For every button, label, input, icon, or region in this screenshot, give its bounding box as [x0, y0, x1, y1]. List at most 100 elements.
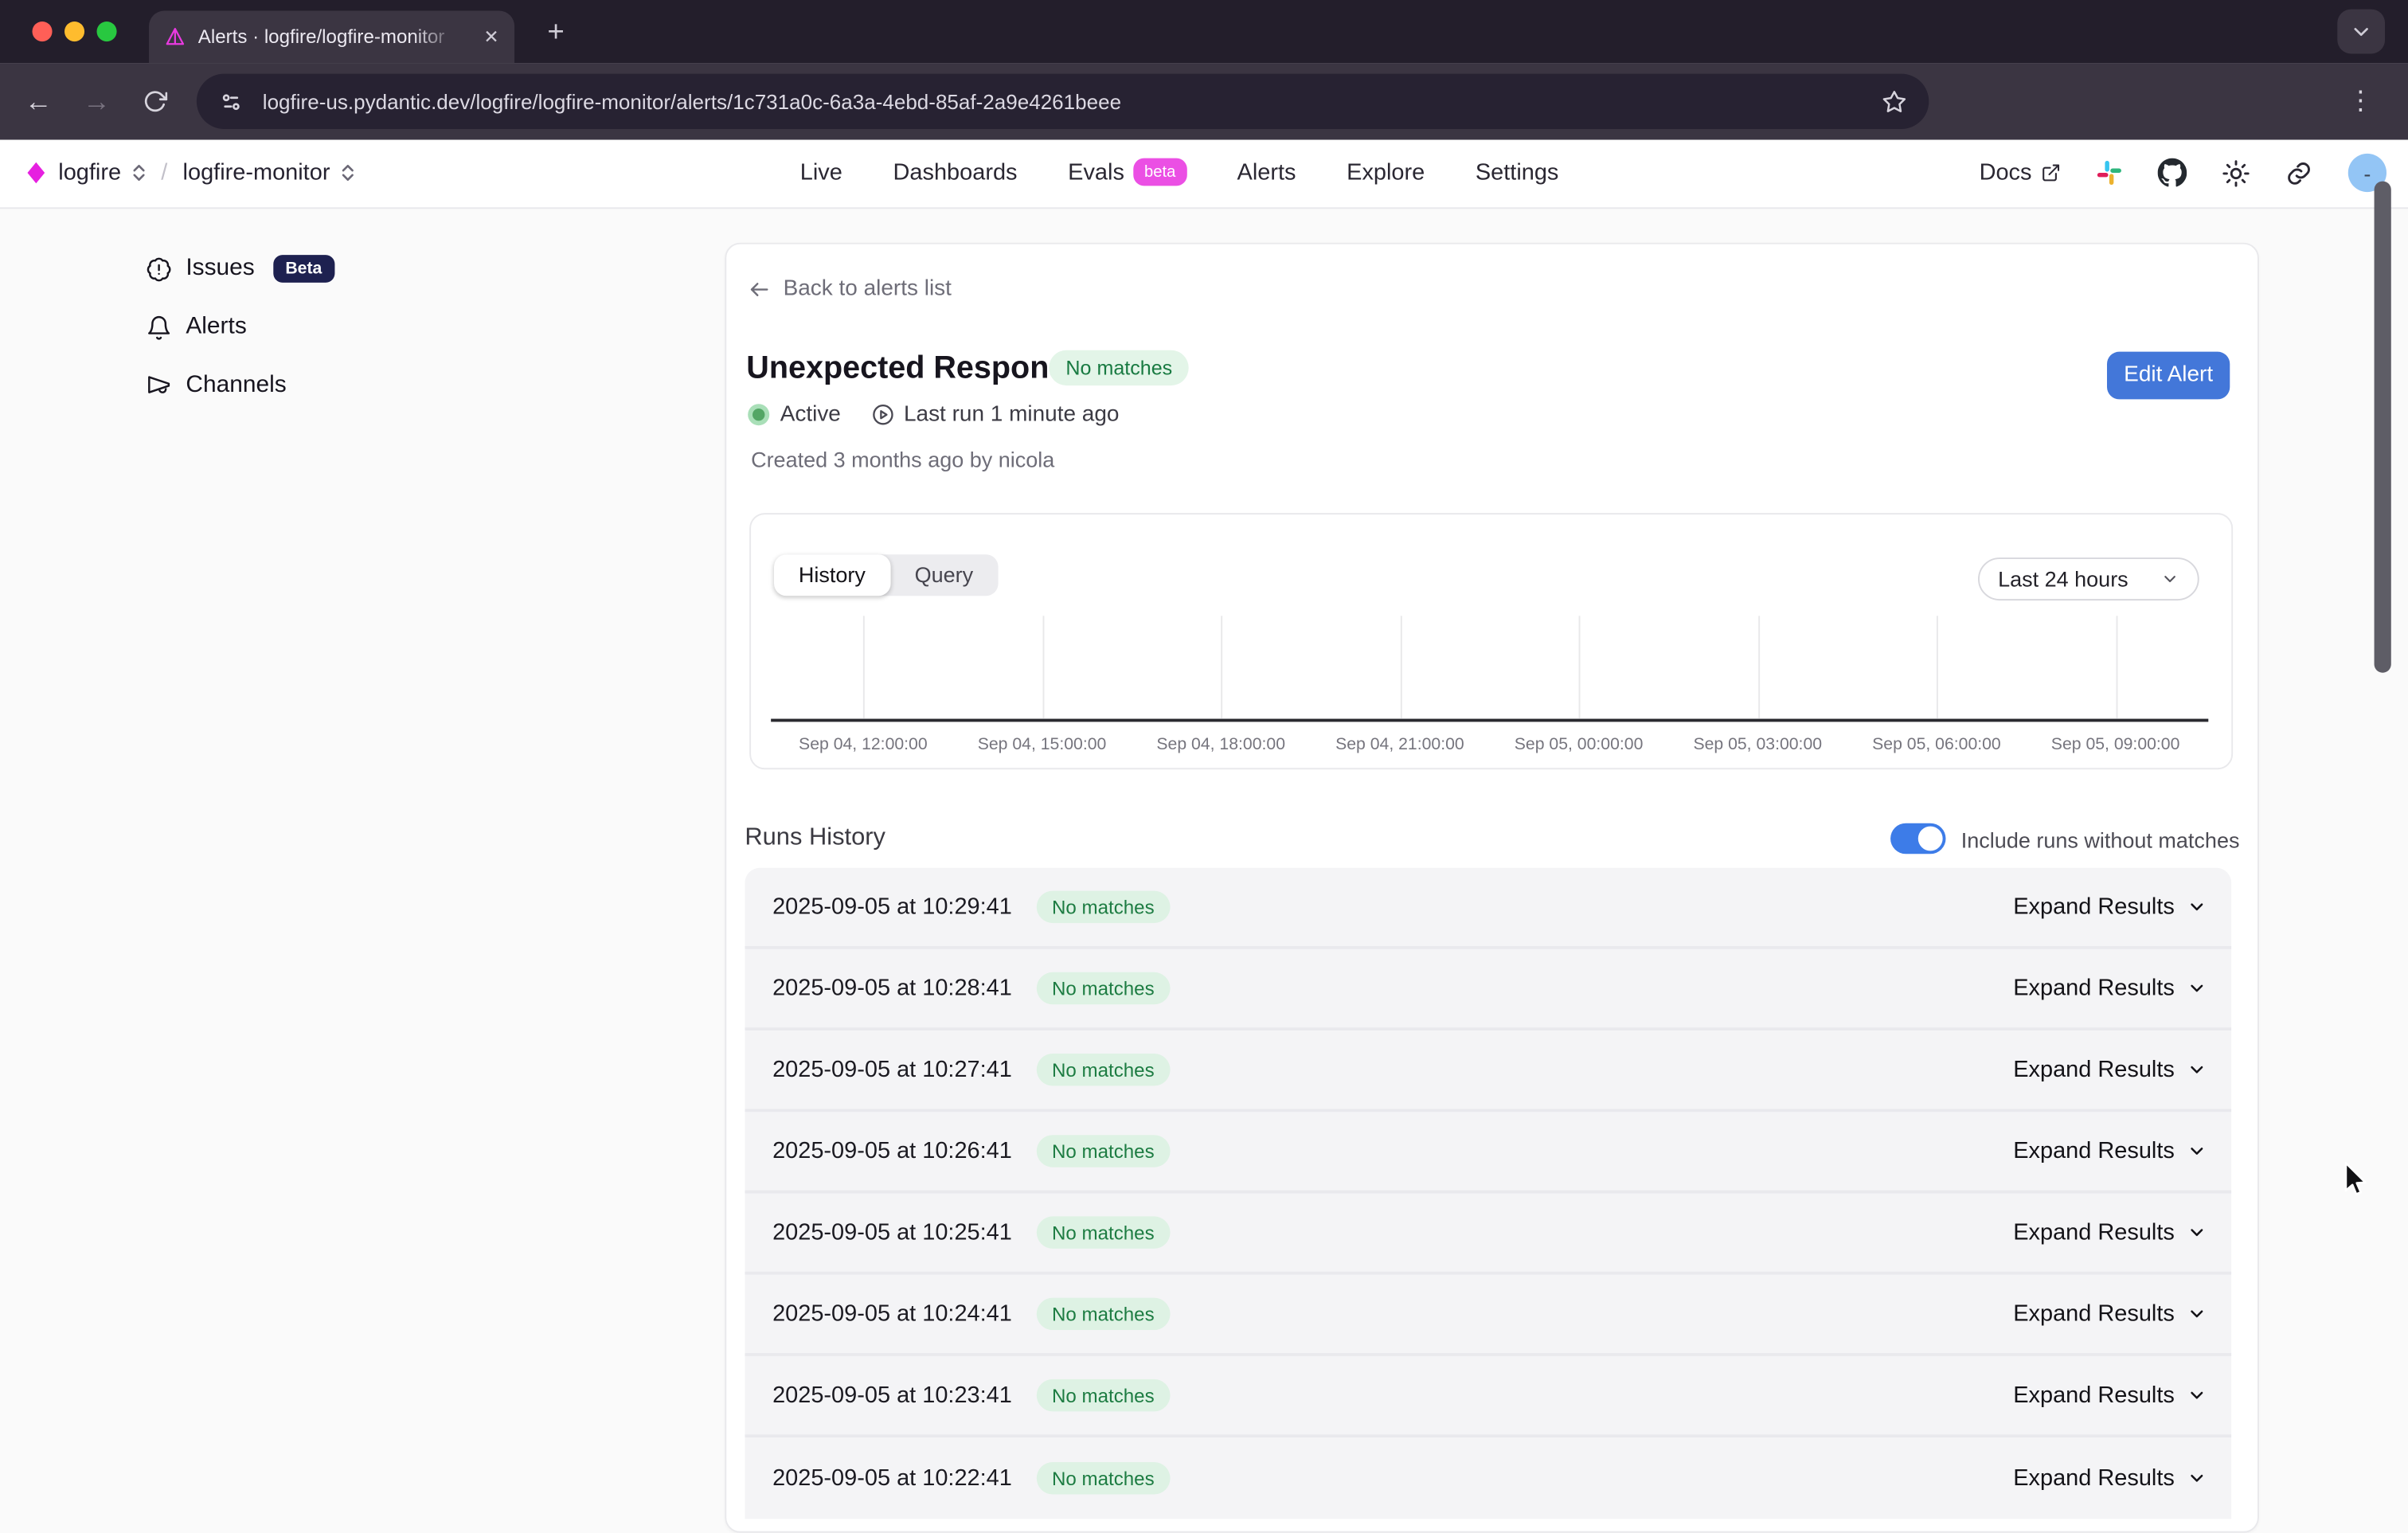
- run-status-badge: No matches: [1037, 1135, 1170, 1167]
- toggle-knob: [1918, 826, 1943, 851]
- expand-results-label: Expand Results: [2013, 1057, 2175, 1083]
- expand-results-button[interactable]: Expand Results: [2013, 1138, 2207, 1164]
- chart-gridline: [863, 616, 865, 718]
- chart-x-tick-label: Sep 04, 21:00:00: [1335, 735, 1464, 753]
- forward-button[interactable]: →: [74, 78, 120, 124]
- include-runs-toggle[interactable]: [1890, 823, 1945, 854]
- project-select-chevrons-icon[interactable]: [341, 163, 354, 183]
- chevron-down-icon: [2187, 1141, 2207, 1161]
- org-switcher[interactable]: logfire: [58, 160, 121, 186]
- scrollbar-thumb[interactable]: [2374, 182, 2390, 673]
- tab-search-button[interactable]: [2337, 10, 2385, 54]
- back-to-alerts-link[interactable]: Back to alerts list: [748, 276, 952, 301]
- expand-results-button[interactable]: Expand Results: [2013, 976, 2207, 1002]
- run-timestamp: 2025-09-05 at 10:22:41: [772, 1465, 1012, 1492]
- chevron-down-icon: [2351, 22, 2371, 41]
- sidebar-item-alerts[interactable]: Alerts: [146, 313, 247, 341]
- traffic-light-zoom[interactable]: [96, 21, 116, 41]
- chevron-down-icon: [2187, 978, 2207, 998]
- breadcrumb: logfire / logfire-monitor: [25, 139, 354, 206]
- chart-x-tick-label: Sep 05, 09:00:00: [2051, 735, 2180, 753]
- expand-results-label: Expand Results: [2013, 1300, 2175, 1327]
- expand-results-button[interactable]: Expand Results: [2013, 1219, 2207, 1246]
- run-status-badge: No matches: [1037, 1216, 1170, 1249]
- chart-gridline: [1400, 616, 1401, 718]
- share-link-icon[interactable]: [2285, 159, 2313, 187]
- browser-menu-icon[interactable]: ⋮: [2337, 74, 2383, 129]
- chart-x-tick-label: Sep 04, 15:00:00: [978, 735, 1107, 753]
- alert-status-row: Active Last run 1 minute ago: [748, 402, 1119, 427]
- bookmark-star-icon[interactable]: [1881, 88, 1907, 115]
- active-label: Active: [780, 402, 841, 427]
- chevron-down-icon: [2187, 1386, 2207, 1406]
- reload-button[interactable]: [132, 78, 178, 124]
- nav-evals[interactable]: Evals beta: [1068, 159, 1186, 187]
- sidebar-label: Channels: [186, 371, 286, 399]
- chart-gridline: [1042, 616, 1044, 718]
- browser-toolbar: ← → logfire-us.pydantic.dev/logfire/logf…: [0, 63, 2408, 139]
- bell-icon: [146, 314, 172, 340]
- screen: Alerts · logfire/logfire-monitor ✕ + ← →…: [0, 0, 2408, 1504]
- run-status-badge: No matches: [1037, 1054, 1170, 1085]
- evals-beta-badge: beta: [1133, 158, 1186, 186]
- edit-alert-button[interactable]: Edit Alert: [2107, 351, 2230, 399]
- megaphone-icon: [146, 372, 172, 398]
- header-actions: Docs -: [1980, 139, 2386, 206]
- chart-x-tick-label: Sep 05, 00:00:00: [1515, 735, 1644, 753]
- run-status-badge: No matches: [1037, 1298, 1170, 1331]
- back-button[interactable]: ←: [15, 78, 61, 124]
- nav-explore[interactable]: Explore: [1347, 160, 1425, 186]
- chart-gridline: [1937, 616, 1938, 718]
- sidebar-item-issues[interactable]: Issues Beta: [146, 255, 334, 283]
- chart-gridline: [1221, 616, 1222, 718]
- nav-evals-label: Evals: [1068, 160, 1124, 186]
- run-status-badge: No matches: [1037, 972, 1170, 1005]
- logfire-logo-icon: [25, 160, 48, 186]
- status-badge: No matches: [1049, 350, 1189, 385]
- active-dot-icon: [748, 404, 769, 425]
- logfire-favicon-icon: [164, 26, 186, 48]
- runs-history-heading: Runs History: [745, 825, 885, 853]
- expand-results-button[interactable]: Expand Results: [2013, 1382, 2207, 1409]
- chart-gridline: [1757, 616, 1759, 718]
- tab-close-icon[interactable]: ✕: [483, 26, 498, 48]
- expand-results-button[interactable]: Expand Results: [2013, 1300, 2207, 1327]
- expand-results-button[interactable]: Expand Results: [2013, 1465, 2207, 1492]
- run-row: 2025-09-05 at 10:23:41No matchesExpand R…: [745, 1356, 2231, 1437]
- sidebar-item-channels[interactable]: Channels: [146, 371, 286, 399]
- site-settings-icon[interactable]: [218, 88, 244, 115]
- chart-x-tick-label: Sep 05, 06:00:00: [1872, 735, 2001, 753]
- slack-icon[interactable]: [2096, 160, 2122, 186]
- theme-sun-icon[interactable]: [2222, 159, 2250, 187]
- nav-dashboards[interactable]: Dashboards: [893, 160, 1018, 186]
- new-tab-button[interactable]: +: [534, 12, 577, 55]
- traffic-light-minimize[interactable]: [64, 21, 84, 41]
- browser-tab[interactable]: Alerts · logfire/logfire-monitor ✕: [149, 10, 514, 63]
- expand-results-label: Expand Results: [2013, 976, 2175, 1002]
- nav-alerts[interactable]: Alerts: [1237, 160, 1296, 186]
- run-row: 2025-09-05 at 10:29:41No matchesExpand R…: [745, 868, 2231, 949]
- run-row: 2025-09-05 at 10:27:41 No matches Expand R…: [745, 1030, 2231, 1112]
- expand-results-button[interactable]: Expand Results: [2013, 1057, 2207, 1083]
- expand-results-button[interactable]: Expand Results: [2013, 894, 2207, 920]
- url-text[interactable]: logfire-us.pydantic.dev/logfire/logfire-…: [263, 90, 1121, 113]
- issues-beta-badge: Beta: [273, 255, 334, 283]
- last-run-label: Last run 1 minute ago: [904, 402, 1120, 427]
- url-bar[interactable]: logfire-us.pydantic.dev/logfire/logfire-…: [197, 74, 1929, 129]
- github-icon[interactable]: [2158, 158, 2187, 188]
- docs-link[interactable]: Docs: [1980, 160, 2062, 186]
- run-timestamp: 2025-09-05 at 10:25:41: [772, 1219, 1012, 1246]
- nav-live[interactable]: Live: [800, 160, 842, 186]
- history-chart: Sep 04, 12:00:00Sep 04, 15:00:00Sep 04, …: [751, 514, 2231, 767]
- chevron-down-icon: [2187, 1468, 2207, 1488]
- breadcrumb-separator: /: [161, 160, 167, 186]
- run-row: 2025-09-05 at 10:22:41No matchesExpand R…: [745, 1437, 2231, 1519]
- project-switcher[interactable]: logfire-monitor: [183, 160, 330, 186]
- main-nav: Live Dashboards Evals beta Alerts Explor…: [800, 139, 1559, 206]
- nav-settings[interactable]: Settings: [1476, 160, 1559, 186]
- traffic-light-close[interactable]: [32, 21, 52, 41]
- run-timestamp: 2025-09-05 at 10:27:41: [772, 1057, 1012, 1083]
- created-by-text: Created 3 months ago by nicola: [751, 447, 1054, 471]
- chevron-down-icon: [2187, 1304, 2207, 1324]
- org-select-chevrons-icon[interactable]: [132, 163, 146, 183]
